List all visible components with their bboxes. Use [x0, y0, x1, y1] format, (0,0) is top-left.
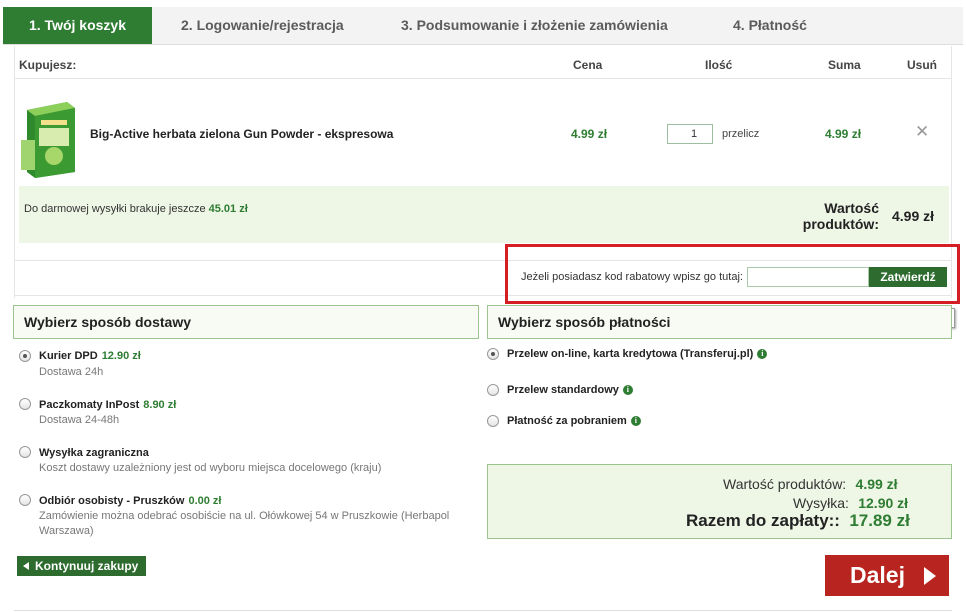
info-icon[interactable]: i: [757, 349, 768, 359]
header-qty: Ilość: [705, 58, 733, 72]
order-totals: Wartość produktów: 4.99 zł Wysyłka: 12.9…: [487, 464, 952, 539]
free-shipping-note: Do darmowej wysyłki brakuje jeszcze 45.0…: [24, 203, 248, 215]
quantity-input[interactable]: [667, 124, 713, 144]
free-shipping-amount: 45.01 zł: [208, 203, 248, 215]
arrow-left-icon: [23, 562, 29, 570]
bottom-divider: [14, 610, 952, 611]
payment-option-standard[interactable]: Przelew standardowy i: [507, 384, 633, 396]
totals-grand-label: Razem do zapłaty::: [686, 511, 840, 530]
discount-code-input[interactable]: [747, 267, 869, 287]
delivery-radio-inpost[interactable]: [19, 398, 31, 410]
info-icon[interactable]: i: [622, 385, 633, 395]
next-label: Dalej: [850, 562, 905, 588]
header-price: Cena: [573, 58, 603, 72]
delivery-radio-dpd[interactable]: [19, 350, 31, 362]
payment-option-online[interactable]: Przelew on-line, karta kredytowa (Transf…: [507, 348, 768, 360]
totals-shipping-row: Wysyłka: 12.90 zł: [793, 495, 908, 511]
delivery-radio-abroad[interactable]: [19, 446, 31, 458]
totals-shipping-label: Wysyłka:: [793, 495, 849, 511]
arrow-right-icon: [924, 567, 936, 585]
discount-code-box: Jeżeli posiadasz kod rabatowy wpisz go t…: [505, 244, 960, 304]
payment-option-name: Płatność za pobraniem: [507, 415, 627, 427]
delivery-option-inpost[interactable]: Paczkomaty InPost 8.90 zł: [39, 399, 176, 411]
free-shipping-text: Do darmowej wysyłki brakuje jeszcze: [24, 203, 206, 215]
payment-section-title: Wybierz sposób płatności: [487, 305, 952, 339]
payment-option-name: Przelew on-line, karta kredytowa (Transf…: [507, 348, 754, 360]
totals-products-label: Wartość produktów:: [723, 476, 847, 492]
delivery-option-name: Kurier DPD: [39, 350, 98, 362]
discount-label: Jeżeli posiadasz kod rabatowy wpisz go t…: [521, 271, 743, 283]
remove-icon[interactable]: ✕: [915, 122, 929, 142]
step-cart[interactable]: 1. Twój koszyk: [3, 7, 152, 44]
products-value-label: Wartość produktów:: [802, 200, 879, 232]
header-divider: [15, 78, 951, 79]
payment-radio-online[interactable]: [487, 348, 499, 360]
step-summary[interactable]: 3. Podsumowanie i złożenie zamówienia: [401, 7, 668, 44]
delivery-option-name: Wysyłka zagraniczna: [39, 447, 149, 459]
info-icon[interactable]: i: [630, 416, 641, 426]
payment-option-name: Przelew standardowy: [507, 384, 619, 396]
discount-submit-button[interactable]: Zatwierdź: [869, 267, 947, 287]
totals-shipping-value: 12.90 zł: [858, 495, 909, 511]
product-sum: 4.99 zł: [825, 127, 862, 141]
delivery-option-price: 12.90 zł: [101, 350, 141, 362]
totals-products-row: Wartość produktów: 4.99 zł: [723, 476, 898, 492]
delivery-option-name: Paczkomaty InPost: [39, 399, 140, 411]
delivery-option-desc: Dostawa 24h: [39, 366, 104, 378]
checkout-steps: 1. Twój koszyk 2. Logowanie/rejestracja …: [3, 7, 963, 45]
header-sum: Suma: [828, 58, 861, 72]
delivery-option-name: Odbiór osobisty - Pruszków: [39, 495, 185, 507]
delivery-option-desc: Dostawa 24-48h: [39, 414, 120, 426]
delivery-option-abroad[interactable]: Wysyłka zagraniczna: [39, 447, 149, 459]
delivery-option-desc: Koszt dostawy uzależniony jest od wyboru…: [39, 462, 382, 474]
delivery-radio-pickup[interactable]: [19, 494, 31, 506]
delivery-section-title: Wybierz sposób dostawy: [13, 305, 479, 339]
header-buyer: Kupujesz:: [19, 58, 77, 72]
payment-radio-cod[interactable]: [487, 415, 499, 427]
totals-grand-value: 17.89 zł: [849, 511, 910, 530]
payment-option-cod[interactable]: Płatność za pobraniem i: [507, 415, 641, 427]
delivery-option-dpd[interactable]: Kurier DPD 12.90 zł: [39, 350, 141, 362]
products-value: 4.99 zł: [892, 208, 935, 224]
continue-shopping-label: Kontynuuj zakupy: [35, 559, 139, 573]
continue-shopping-button[interactable]: Kontynuuj zakupy: [17, 556, 147, 576]
next-button[interactable]: Dalej: [825, 555, 949, 596]
delivery-option-pickup[interactable]: Odbiór osobisty - Pruszków 0.00 zł: [39, 495, 222, 507]
step-login[interactable]: 2. Logowanie/rejestracja: [181, 7, 344, 44]
step-payment[interactable]: 4. Płatność: [733, 7, 807, 44]
product-name[interactable]: Big-Active herbata zielona Gun Powder - …: [90, 127, 393, 141]
cart-summary-band: Do darmowej wysyłki brakuje jeszcze 45.0…: [19, 186, 949, 243]
header-remove: Usuń: [907, 58, 937, 72]
delivery-option-price: 8.90 zł: [143, 399, 177, 411]
recalculate-link[interactable]: przelicz: [722, 128, 759, 140]
payment-radio-standard[interactable]: [487, 384, 499, 396]
delivery-option-price: 0.00 zł: [188, 495, 222, 507]
delivery-option-desc: Zamówienie można odebrać osobiście na ul…: [39, 510, 450, 537]
product-image[interactable]: [21, 100, 79, 180]
product-price: 4.99 zł: [571, 127, 608, 141]
totals-grand-row: Razem do zapłaty:: 17.89 zł: [686, 511, 910, 531]
totals-products-value: 4.99 zł: [855, 476, 898, 492]
